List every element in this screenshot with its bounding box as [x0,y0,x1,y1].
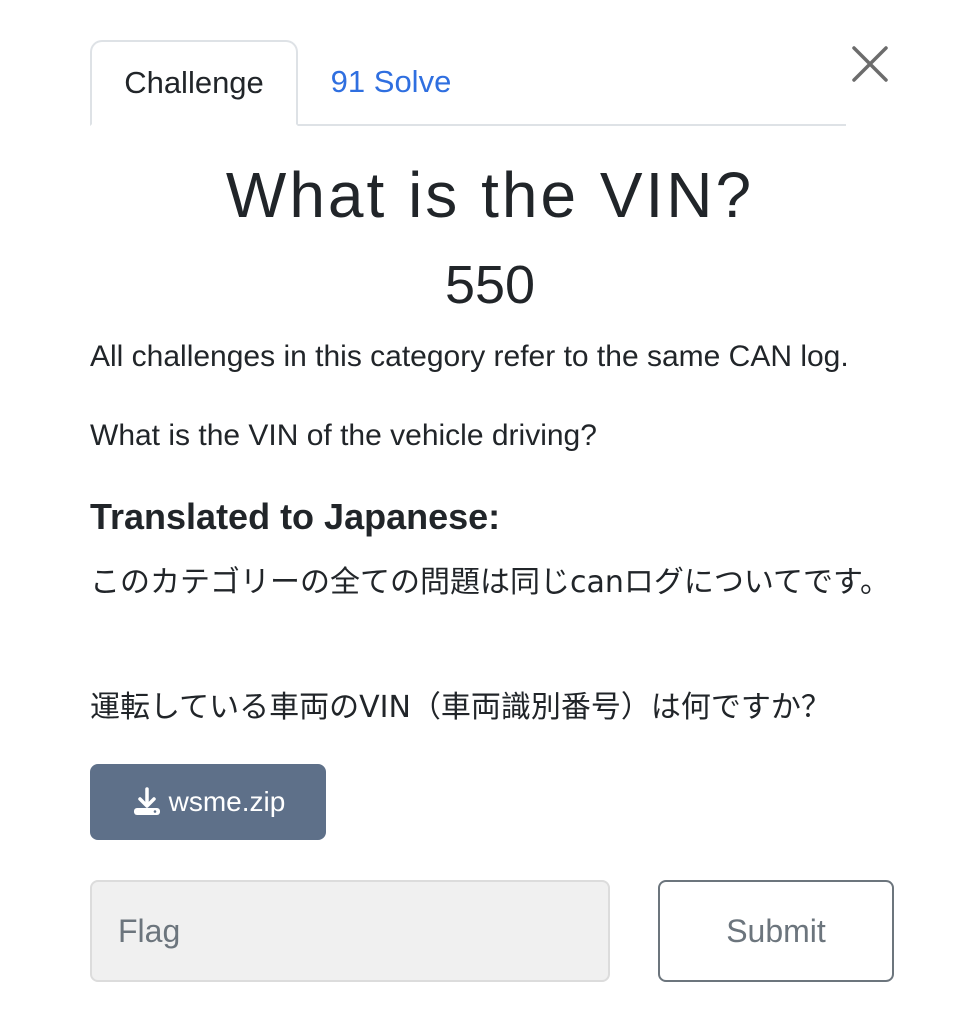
translation-heading: Translated to Japanese: [90,496,501,537]
close-icon [852,46,888,82]
tab-solves[interactable]: 91 Solve [310,40,472,124]
translation-line-1: このカテゴリーの全ての問題は同じcanログについてです。 [90,565,890,600]
file-name: wsme.zip [168,786,286,817]
challenge-points: 550 [444,255,536,315]
flag-input[interactable] [90,880,610,982]
translation-line-2: 運転している車両のVIN（車両識別番号）は何ですか？ [90,690,831,725]
tab-solves-label: 91 Solve [330,64,452,99]
description-line-2: What is the VIN of the vehicle driving? [90,419,597,452]
submit-label: Submit [726,912,826,949]
challenge-modal: Challenge 91 Solve What is the VIN? 550 … [0,0,978,1012]
tab-challenge-label: Challenge [124,65,264,100]
submit-button[interactable]: Submit [658,880,894,982]
tab-challenge[interactable]: Challenge [90,40,298,126]
challenge-tabs: Challenge 91 Solve [90,40,846,126]
download-icon [133,787,160,815]
challenge-title: What is the VIN? [225,159,755,231]
file-download-button[interactable]: wsme.zip [90,764,326,840]
close-button[interactable] [850,44,890,84]
description-line-1: All challenges in this category refer to… [90,340,849,373]
